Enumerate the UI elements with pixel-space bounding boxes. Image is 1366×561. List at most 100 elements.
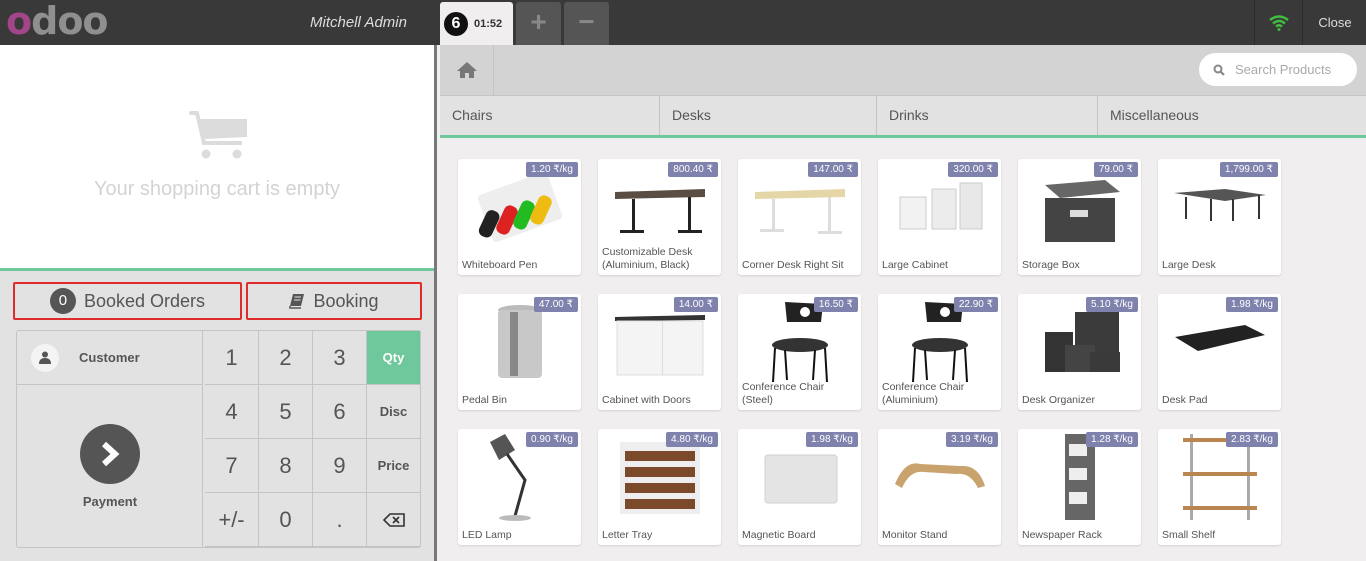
- product-card[interactable]: 1.98 ₹/kg Magnetic Board: [738, 429, 861, 545]
- product-price: 14.00 ₹: [673, 297, 718, 312]
- category-desks[interactable]: Desks: [660, 96, 877, 135]
- product-price: 22.90 ₹: [953, 297, 998, 312]
- logo-letter: o: [6, 0, 32, 43]
- product-cabinet-doors-icon: [614, 315, 705, 376]
- product-name: Whiteboard Pen: [462, 259, 538, 271]
- numpad-key-2[interactable]: 2: [259, 331, 313, 385]
- product-image: [466, 167, 573, 247]
- product-image: [1026, 167, 1133, 247]
- product-name: Small Shelf: [1162, 529, 1216, 541]
- product-name: Desk Pad: [1162, 394, 1208, 406]
- product-pad-icon: [1174, 325, 1265, 351]
- product-card[interactable]: 320.00 ₹ Large Cabinet: [878, 159, 1001, 275]
- product-cabinet-icon: [899, 182, 982, 230]
- product-card[interactable]: 1.28 ₹/kg Newspaper Rack: [1018, 429, 1141, 545]
- numpad-key-8[interactable]: 8: [259, 439, 313, 493]
- numpad-key-0[interactable]: 0: [259, 493, 313, 547]
- product-card[interactable]: 22.90 ₹ Conference Chair (Aluminium): [878, 294, 1001, 410]
- booked-orders-label: Booked Orders: [83, 290, 206, 311]
- product-image: [746, 437, 853, 517]
- home-button[interactable]: [440, 45, 494, 95]
- numpad-key-9[interactable]: 9: [313, 439, 367, 493]
- numpad-key-4[interactable]: 4: [205, 385, 259, 439]
- numpad-key-5[interactable]: 5: [259, 385, 313, 439]
- category-miscellaneous[interactable]: Miscellaneous: [1098, 96, 1366, 135]
- product-card[interactable]: 4.80 ₹/kg Letter Tray: [598, 429, 721, 545]
- numpad-key-1[interactable]: 1: [205, 331, 259, 385]
- odoo-logo: odoo: [6, 0, 109, 43]
- order-time: 01:52: [474, 17, 503, 30]
- product-card[interactable]: 14.00 ₹ Cabinet with Doors: [598, 294, 721, 410]
- product-card[interactable]: 1.98 ₹/kg Desk Pad: [1158, 294, 1281, 410]
- top-bar: odoo Mitchell Admin 6 01:52 + − Close: [0, 0, 1366, 45]
- product-card[interactable]: 1.20 ₹/kg Whiteboard Pen: [458, 159, 581, 275]
- product-name: Large Cabinet: [882, 259, 948, 271]
- logo-letter: o: [57, 0, 83, 43]
- add-order-button[interactable]: +: [516, 2, 561, 45]
- product-name: Storage Box: [1022, 259, 1080, 271]
- product-card[interactable]: 47.00 ₹ Pedal Bin: [458, 294, 581, 410]
- logo-letter: d: [31, 0, 58, 43]
- customer-button[interactable]: Customer: [17, 331, 203, 385]
- backspace-button[interactable]: [367, 493, 421, 547]
- category-drinks[interactable]: Drinks: [877, 96, 1098, 135]
- wifi-icon[interactable]: [1254, 0, 1303, 45]
- product-chair-icon: [771, 301, 828, 382]
- numpad-key-7[interactable]: 7: [205, 439, 259, 493]
- booked-orders-button[interactable]: 0 Booked Orders: [13, 282, 242, 320]
- product-bin-icon: [497, 305, 542, 378]
- booking-button[interactable]: Booking: [246, 282, 422, 320]
- numpad: 1 2 3 Qty 4 5 6 Disc 7 8 9 Price +/- 0 .: [205, 331, 421, 547]
- mode-disc-button[interactable]: Disc: [367, 385, 421, 439]
- product-name: Customizable Desk (Aluminium, Black): [602, 246, 693, 271]
- product-name: Magnetic Board: [742, 529, 816, 541]
- search-products-input[interactable]: Search Products: [1199, 53, 1357, 86]
- product-card[interactable]: 3.19 ₹/kg Monitor Stand: [878, 429, 1001, 545]
- product-card[interactable]: 147.00 ₹ Corner Desk Right Sit: [738, 159, 861, 275]
- payment-button[interactable]: Payment: [17, 386, 203, 547]
- product-screen: Search Products Chairs Desks Drinks Misc…: [440, 45, 1366, 561]
- close-button[interactable]: Close: [1304, 0, 1366, 45]
- product-image: [746, 167, 853, 247]
- mode-price-button[interactable]: Price: [367, 439, 421, 493]
- product-image: [1026, 434, 1133, 520]
- product-card[interactable]: 5.10 ₹/kg Desk Organizer: [1018, 294, 1141, 410]
- numpad-key-sign[interactable]: +/-: [205, 493, 259, 547]
- numpad-key-6[interactable]: 6: [313, 385, 367, 439]
- payment-label: Payment: [82, 494, 138, 509]
- product-card[interactable]: 16.50 ₹ Conference Chair (Steel): [738, 294, 861, 410]
- empty-cart-message: Your shopping cart is empty: [93, 178, 341, 200]
- product-price: 1.98 ₹/kg: [1226, 297, 1278, 312]
- booking-label: Booking: [313, 290, 379, 311]
- product-image: [466, 302, 573, 382]
- product-card[interactable]: 79.00 ₹ Storage Box: [1018, 159, 1141, 275]
- product-desk-large-icon: [1173, 189, 1266, 221]
- category-chairs[interactable]: Chairs: [440, 96, 660, 135]
- product-name: Desk Organizer: [1022, 394, 1095, 406]
- control-pad: Customer Payment 1 2 3 Qty 4 5 6 Disc 7 …: [16, 330, 421, 548]
- product-card[interactable]: 2.83 ₹/kg Small Shelf: [1158, 429, 1281, 545]
- backspace-icon: [382, 512, 405, 527]
- order-tab-active[interactable]: 6 01:52: [440, 2, 513, 45]
- username[interactable]: Mitchell Admin: [280, 0, 437, 45]
- category-list: Chairs Desks Drinks Miscellaneous: [440, 95, 1366, 138]
- product-image: [886, 167, 993, 247]
- product-card[interactable]: 1,799.00 ₹ Large Desk: [1158, 159, 1281, 275]
- product-name: LED Lamp: [462, 529, 512, 541]
- numpad-key-3[interactable]: 3: [313, 331, 367, 385]
- product-card[interactable]: 0.90 ₹/kg LED Lamp: [458, 429, 581, 545]
- product-image: [1166, 302, 1273, 382]
- numpad-key-dot[interactable]: .: [313, 493, 367, 547]
- product-card[interactable]: 800.40 ₹ Customizable Desk (Aluminium, Bl…: [598, 159, 721, 275]
- product-price: 1.20 ₹/kg: [526, 162, 578, 177]
- mode-qty-button[interactable]: Qty: [367, 331, 421, 385]
- product-name: Newspaper Rack: [1022, 529, 1102, 541]
- remove-order-button[interactable]: −: [564, 2, 609, 45]
- product-tray-icon: [619, 442, 700, 514]
- product-image: [886, 301, 993, 382]
- breadcrumb-bar: Search Products: [440, 45, 1366, 95]
- product-name: Conference Chair (Aluminium): [882, 381, 965, 406]
- left-pane: Your shopping cart is empty 0 Booked Ord…: [0, 45, 437, 561]
- product-name: Pedal Bin: [462, 394, 507, 406]
- product-name: Cabinet with Doors: [602, 394, 691, 406]
